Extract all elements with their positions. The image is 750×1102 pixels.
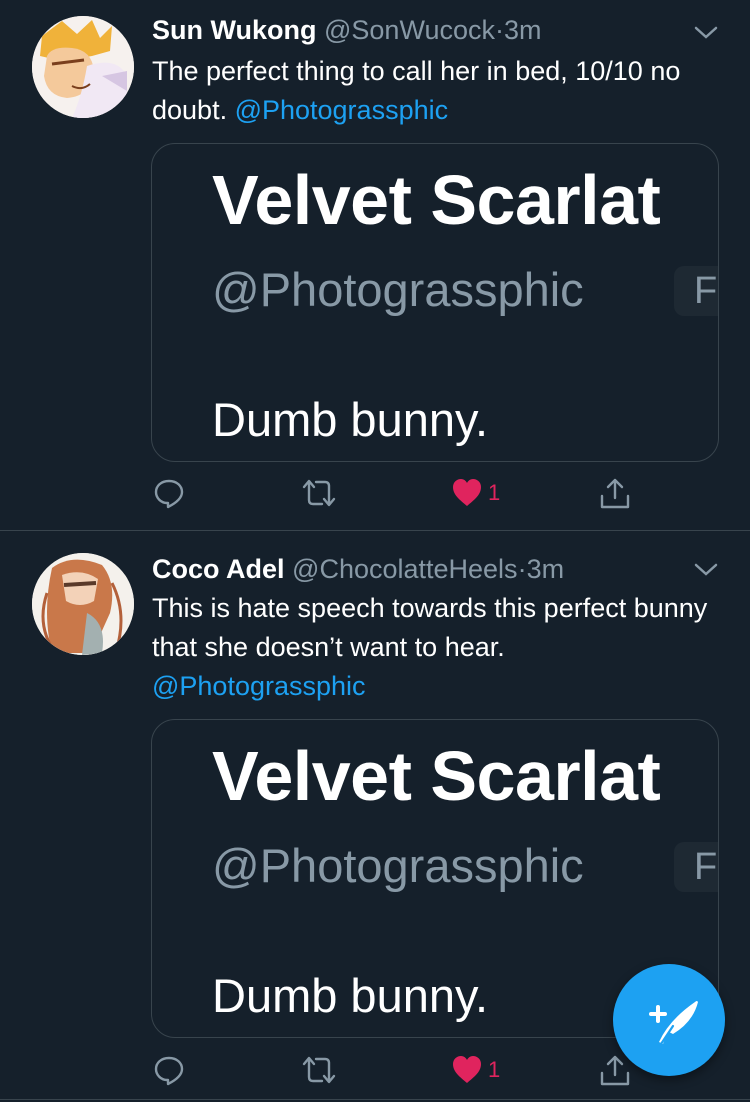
avatar[interactable]: [32, 553, 134, 655]
heart-icon[interactable]: [450, 1053, 484, 1089]
display-name[interactable]: Coco Adel: [152, 554, 285, 584]
tweet-text: This is hate speech towards this perfect…: [152, 589, 722, 706]
tweet-text: The perfect thing to call her in bed, 10…: [152, 52, 722, 130]
quoted-image-card[interactable]: Velvet Scarlat @Photograssphic F Dumb bu…: [151, 143, 719, 462]
retweet-icon[interactable]: [300, 1053, 338, 1089]
user-handle[interactable]: @ChocolatteHeels: [292, 554, 518, 584]
card-handle: @Photograssphic: [212, 839, 584, 892]
card-handle: @Photograssphic: [212, 263, 584, 316]
retweet-icon[interactable]: [300, 476, 338, 512]
reply-icon[interactable]: [152, 476, 186, 512]
reply-icon[interactable]: [152, 1053, 186, 1089]
tweet[interactable]: Sun Wukong @SonWucock·3m The perfect thi…: [0, 0, 750, 530]
tweet-header: Sun Wukong @SonWucock·3m: [152, 14, 542, 46]
avatar-image: [32, 553, 134, 655]
tweet-header: Coco Adel @ChocolatteHeels·3m: [152, 553, 564, 585]
bottom-divider: [0, 1099, 750, 1100]
card-display-name: Velvet Scarlat: [212, 161, 661, 239]
avatar-image: [32, 16, 134, 118]
separator-dot: ·: [517, 554, 527, 584]
card-tweet-text: Dumb bunny.: [212, 393, 489, 446]
card-follow-button: F: [674, 266, 718, 316]
compose-tweet-icon: [649, 1001, 698, 1046]
card-tweet-text: Dumb bunny.: [212, 969, 489, 1022]
user-handle[interactable]: @SonWucock: [324, 15, 495, 45]
compose-tweet-button[interactable]: [613, 964, 725, 1076]
timestamp[interactable]: 3m: [527, 554, 565, 584]
like-count: 1: [488, 480, 501, 505]
tweet-body: This is hate speech towards this perfect…: [152, 593, 708, 662]
heart-icon[interactable]: [450, 476, 484, 512]
display-name[interactable]: Sun Wukong: [152, 15, 316, 45]
like-count: 1: [488, 1057, 501, 1082]
separator-dot: ·: [494, 15, 504, 45]
avatar[interactable]: [32, 16, 134, 118]
card-display-name: Velvet Scarlat: [212, 737, 661, 815]
mention-link[interactable]: @Photograssphic: [152, 671, 366, 701]
chevron-down-icon[interactable]: [692, 555, 720, 583]
share-icon[interactable]: [598, 476, 632, 512]
chevron-down-icon[interactable]: [692, 18, 720, 46]
mention-link[interactable]: @Photograssphic: [235, 95, 449, 125]
action-bar: 1: [0, 476, 750, 516]
timestamp[interactable]: 3m: [504, 15, 542, 45]
card-follow-button: F: [674, 842, 718, 892]
